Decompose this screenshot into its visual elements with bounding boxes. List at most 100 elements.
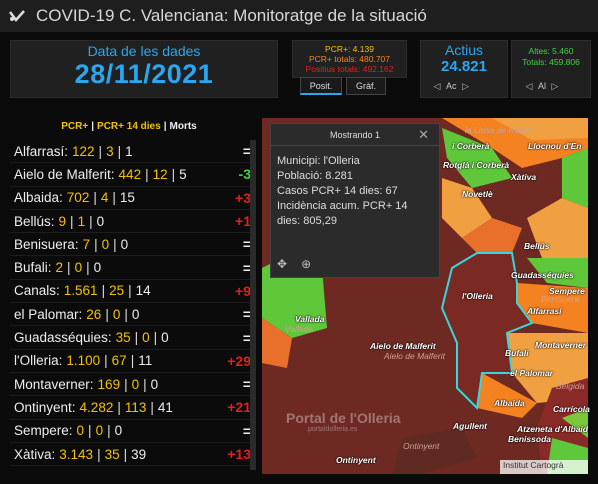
- list-item[interactable]: Bellús: 9 | 1 | 0 +1: [10, 210, 255, 234]
- separator: |: [150, 399, 154, 415]
- altes-value: Altes: 5.460: [528, 46, 574, 56]
- list-item[interactable]: Xàtiva: 3.143 | 35 | 39 +13: [10, 443, 255, 467]
- deaths-count: 11: [138, 353, 153, 369]
- next-arrow-icon[interactable]: ▷: [550, 79, 560, 93]
- separator: |: [67, 260, 71, 276]
- list-item[interactable]: Ontinyent: 4.282 | 113 | 41 +21: [10, 396, 255, 420]
- pcr14-count: 0: [112, 306, 121, 322]
- town-name: l'Olleria:: [14, 353, 63, 369]
- town-name: Canals:: [14, 283, 60, 299]
- deaths-count: 0: [131, 306, 140, 322]
- pcr-count: 122: [72, 143, 95, 159]
- separator: |: [130, 353, 135, 369]
- change-indicator: +1: [235, 213, 251, 230]
- list-item[interactable]: Bufali: 2 | 0 | 0 =: [10, 256, 255, 280]
- town-name: el Palomar:: [14, 306, 83, 322]
- deaths-count: 39: [131, 446, 147, 462]
- deaths-count: 0: [93, 260, 102, 276]
- map-label-corbera: i Corberà: [452, 141, 490, 151]
- town-name: Ontinyent:: [14, 399, 76, 415]
- pcr-count: 442: [118, 166, 142, 182]
- close-icon[interactable]: ✕: [418, 127, 429, 143]
- town-name: Albaida:: [14, 190, 63, 206]
- map-label-olleria: l'Olleria: [462, 291, 493, 301]
- popup-casos: Casos PCR+ 14 dies: 67: [277, 185, 398, 197]
- separator: |: [104, 353, 108, 369]
- tab-posit[interactable]: Posit.: [300, 77, 342, 95]
- watermark-name: Portal de l'Olleria: [286, 410, 401, 426]
- actius-value: 24.821: [441, 58, 487, 75]
- list-item[interactable]: Albaida: 702 | 4 | 15 +3: [10, 187, 255, 210]
- deaths-count: 5: [179, 166, 187, 182]
- deaths-count: 14: [135, 283, 151, 299]
- list-item[interactable]: l'Olleria: 1.100 | 67 | 11 +29: [10, 350, 255, 373]
- positive-total-value: Positius totals: 492.162: [305, 64, 394, 74]
- town-name: Alfarrasí:: [14, 143, 69, 159]
- actius-pager-label: Ac: [446, 81, 457, 91]
- list-item[interactable]: Alfarrasí: 122 | 3 | 1 =: [10, 140, 255, 164]
- separator: |: [89, 213, 93, 229]
- separator: |: [107, 423, 111, 439]
- pcr14-count: 0: [142, 330, 150, 346]
- separator: |: [86, 260, 90, 276]
- pan-icon[interactable]: ✥: [277, 257, 287, 271]
- list-item[interactable]: Montaverner: 169 | 0 | 0 =: [10, 373, 255, 397]
- virus-logo-icon: [6, 5, 28, 27]
- map-attribution: Institut Cartogrà: [500, 460, 588, 474]
- pcr-count: 1.100: [66, 353, 101, 369]
- town-name: Guadasséquies:: [14, 330, 112, 346]
- pcr-value: PCR+: 4.139: [325, 44, 374, 54]
- app-title: COVID-19 C. Valenciana: Monitoratge de l…: [36, 6, 427, 25]
- pcr-count: 35: [115, 330, 131, 346]
- pcr14-count: 0: [101, 236, 110, 252]
- map-label-ontinyent-faint: Ontinyent: [403, 441, 440, 451]
- popup-tools: ✥ ⊕: [277, 257, 311, 271]
- change-indicator: +21: [227, 399, 251, 416]
- prev-arrow-icon[interactable]: ◁: [524, 79, 534, 93]
- date-label: Data de les dades: [87, 43, 201, 59]
- pcr-count: 2: [55, 260, 64, 276]
- list-item[interactable]: Canals: 1.561 | 25 | 14 +9: [10, 280, 255, 304]
- separator: |: [134, 330, 139, 346]
- pcr-count: 7: [82, 236, 91, 252]
- popup-incidencia-label: Incidència acum. PCR+ 14: [277, 200, 408, 212]
- pcr14-count: 0: [74, 260, 83, 276]
- map-label-vallada-faint: Vallada: [285, 324, 314, 334]
- list-item[interactable]: Aielo de Malferit: 442 | 12 | 5 -3: [10, 163, 255, 187]
- map-label-agullent: Agullent: [453, 421, 487, 431]
- actius-pager: ◁ Ac ▷: [432, 79, 471, 93]
- altes-pager: ◁ Al ▷: [524, 79, 560, 93]
- popup-municipi: Municipi: l'Olleria: [277, 155, 360, 167]
- altes-pager-label: Al: [538, 81, 547, 91]
- tab-graf[interactable]: Gràf.: [346, 77, 386, 95]
- map-label-montaverner: Montaverner: [535, 340, 587, 350]
- popup-incidencia-value: dies: 805,29: [277, 215, 337, 227]
- separator: |: [94, 236, 98, 252]
- list-scrollbar[interactable]: [250, 140, 256, 470]
- list-item[interactable]: Benisuera: 7 | 0 | 0 =: [10, 233, 255, 257]
- change-indicator: +29: [227, 352, 251, 369]
- town-name: Aielo de Malferit:: [14, 166, 115, 182]
- list-item[interactable]: el Palomar: 26 | 0 | 0 =: [10, 303, 255, 327]
- pcr-count: 4.282: [79, 399, 114, 415]
- actius-label: Actius: [444, 42, 484, 58]
- pcr-count: 1.561: [63, 283, 98, 299]
- separator: |: [171, 166, 176, 182]
- pcr-panel: PCR+: 4.139 PCR+ totals: 480.707 Positiu…: [292, 40, 407, 78]
- map-label-bellus: Bellús: [524, 241, 550, 251]
- map-label-bufali: Bufali: [505, 348, 529, 358]
- pcr14-count: 113: [124, 399, 147, 415]
- list-item[interactable]: Sempere: 0 | 0 | 0 =: [10, 420, 255, 443]
- separator: |: [128, 283, 132, 299]
- separator: |: [145, 166, 149, 182]
- next-arrow-icon[interactable]: ▷: [461, 79, 471, 93]
- separator: |: [70, 213, 74, 229]
- map-label-aielo: Aielo de Malferit: [370, 341, 436, 351]
- list-item[interactable]: Guadasséquies: 35 | 0 | 0 =: [10, 326, 255, 350]
- map-label-guadassequies: Guadasséquies: [511, 270, 574, 280]
- prev-arrow-icon[interactable]: ◁: [432, 79, 442, 93]
- separator: |: [112, 190, 116, 206]
- title-bar: COVID-19 C. Valenciana: Monitoratge de l…: [0, 0, 598, 32]
- separator: |: [143, 376, 147, 392]
- zoom-icon[interactable]: ⊕: [301, 257, 311, 271]
